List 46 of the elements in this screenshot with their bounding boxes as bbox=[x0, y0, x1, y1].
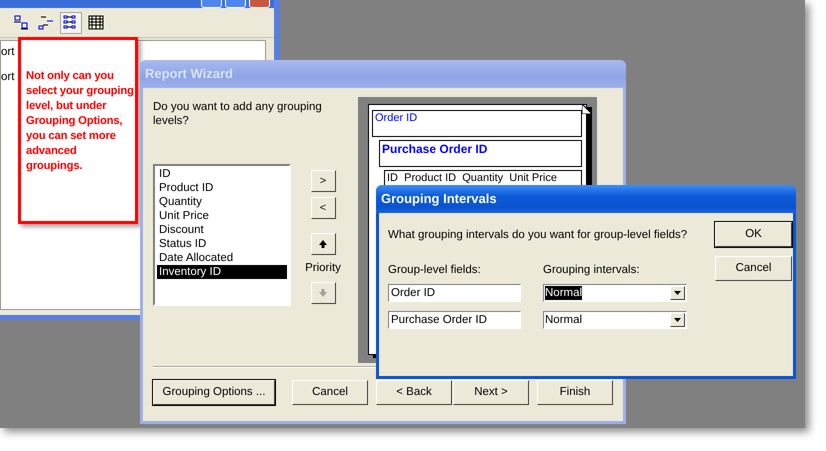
list-item[interactable]: ort bbox=[1, 46, 14, 58]
dialog-button[interactable]: Cancel bbox=[292, 380, 368, 405]
caret-icon bbox=[674, 318, 681, 322]
caret-icon bbox=[674, 290, 681, 294]
layout-icon bbox=[13, 14, 29, 30]
layout-icon bbox=[38, 14, 54, 30]
dialog-button[interactable]: < Back bbox=[376, 380, 452, 405]
dropdown-button[interactable] bbox=[670, 312, 685, 326]
dialog-button[interactable]: Next > bbox=[453, 380, 529, 405]
section-label: Order ID bbox=[375, 112, 418, 124]
list-item[interactable]: Status ID bbox=[157, 237, 287, 251]
callout-note: Not only can you select your grouping level, but under Grouping Options, you can set more advanced groupings. bbox=[18, 37, 138, 224]
list-item[interactable]: Discount bbox=[157, 223, 287, 237]
list-item[interactable]: Product ID bbox=[157, 181, 287, 195]
list-item[interactable]: Date Allocated bbox=[157, 251, 287, 265]
dialog-button[interactable]: OK bbox=[715, 222, 792, 247]
up-arrow-icon bbox=[318, 239, 328, 249]
field-list[interactable]: ID Product ID Quantity Unit Price Discount Status ID Date Allocated Inventory ID bbox=[153, 164, 291, 306]
question-text: Do you want to add any grouping levels? bbox=[153, 100, 323, 129]
list-item[interactable]: ort bbox=[1, 71, 14, 83]
text-field[interactable]: Order ID bbox=[388, 284, 521, 302]
down-arrow-icon bbox=[318, 288, 328, 298]
question-text: What grouping intervals do you want for group-level fields? bbox=[388, 228, 688, 243]
window-title: Report Wizard bbox=[145, 65, 233, 84]
section-label: Purchase Order ID bbox=[382, 142, 488, 156]
priority-button[interactable] bbox=[310, 233, 336, 255]
table-layout-icon bbox=[88, 14, 104, 30]
list-item[interactable]: ID bbox=[157, 167, 287, 181]
column-label: Grouping intervals: bbox=[543, 263, 640, 278]
dropdown-field[interactable]: Normal bbox=[543, 284, 687, 302]
dropdown-field[interactable]: Normal bbox=[543, 310, 687, 328]
move-button[interactable]: > bbox=[310, 170, 336, 192]
toolbar-button[interactable] bbox=[60, 12, 82, 34]
column-label: Group-level fields: bbox=[388, 263, 482, 278]
list-item[interactable]: Inventory ID bbox=[157, 265, 287, 279]
dropdown-button[interactable] bbox=[670, 286, 685, 300]
section-label: ID Product ID Quantity Unit Price bbox=[387, 172, 557, 184]
priority-label: Priority bbox=[305, 261, 341, 276]
move-button[interactable]: < bbox=[310, 197, 336, 219]
list-item[interactable]: Unit Price bbox=[157, 209, 287, 223]
dialog-button[interactable]: Cancel bbox=[715, 256, 792, 281]
list-item[interactable]: Quantity bbox=[157, 195, 287, 209]
text-field[interactable]: Purchase Order ID bbox=[388, 310, 521, 328]
dialog-button[interactable]: Grouping Options ... bbox=[153, 380, 275, 405]
window-title: Grouping Intervals bbox=[381, 190, 497, 208]
dialog-button[interactable]: Finish bbox=[537, 380, 613, 405]
